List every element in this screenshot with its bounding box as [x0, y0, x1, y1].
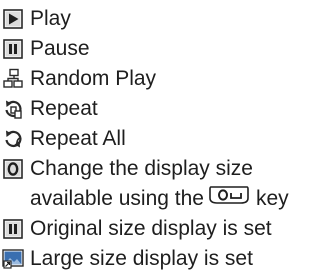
legend-item-original-size: Original size display is set — [2, 214, 330, 244]
pause-icon — [2, 38, 24, 60]
legend-label: Repeat — [30, 97, 98, 120]
random-play-icon — [2, 68, 24, 90]
legend-item-repeat-all: Repeat All — [2, 124, 330, 154]
legend-label: Pause — [30, 37, 90, 60]
legend-item-repeat: Repeat — [2, 94, 330, 124]
legend-label-line2-before: available using the — [30, 187, 204, 211]
display-size-change-icon — [2, 158, 24, 180]
legend-item-large-size: Large size display is set — [2, 244, 330, 274]
legend-item-pause: Pause — [2, 34, 330, 64]
legend-label-line1: Change the display size — [30, 157, 253, 180]
legend-item-change-display-size: Change the display size available using … — [2, 154, 330, 214]
icon-legend: Play Pause Random Play Repeat Repeat All… — [2, 4, 330, 274]
repeat-all-icon — [2, 128, 24, 150]
original-size-icon — [2, 218, 24, 240]
legend-label: Original size display is set — [30, 217, 272, 240]
legend-label: Large size display is set — [30, 247, 253, 270]
legend-label-line2: available using the key — [30, 184, 289, 214]
legend-item-play: Play — [2, 4, 330, 34]
play-icon — [2, 8, 24, 30]
legend-label: Repeat All — [30, 127, 126, 150]
large-size-icon — [2, 248, 24, 270]
legend-label: Random Play — [30, 67, 157, 90]
o-key-icon — [208, 184, 250, 215]
legend-item-random-play: Random Play — [2, 64, 330, 94]
legend-label: Play — [30, 7, 71, 30]
legend-label-line2-after: key — [255, 187, 289, 211]
repeat-icon — [2, 98, 24, 120]
